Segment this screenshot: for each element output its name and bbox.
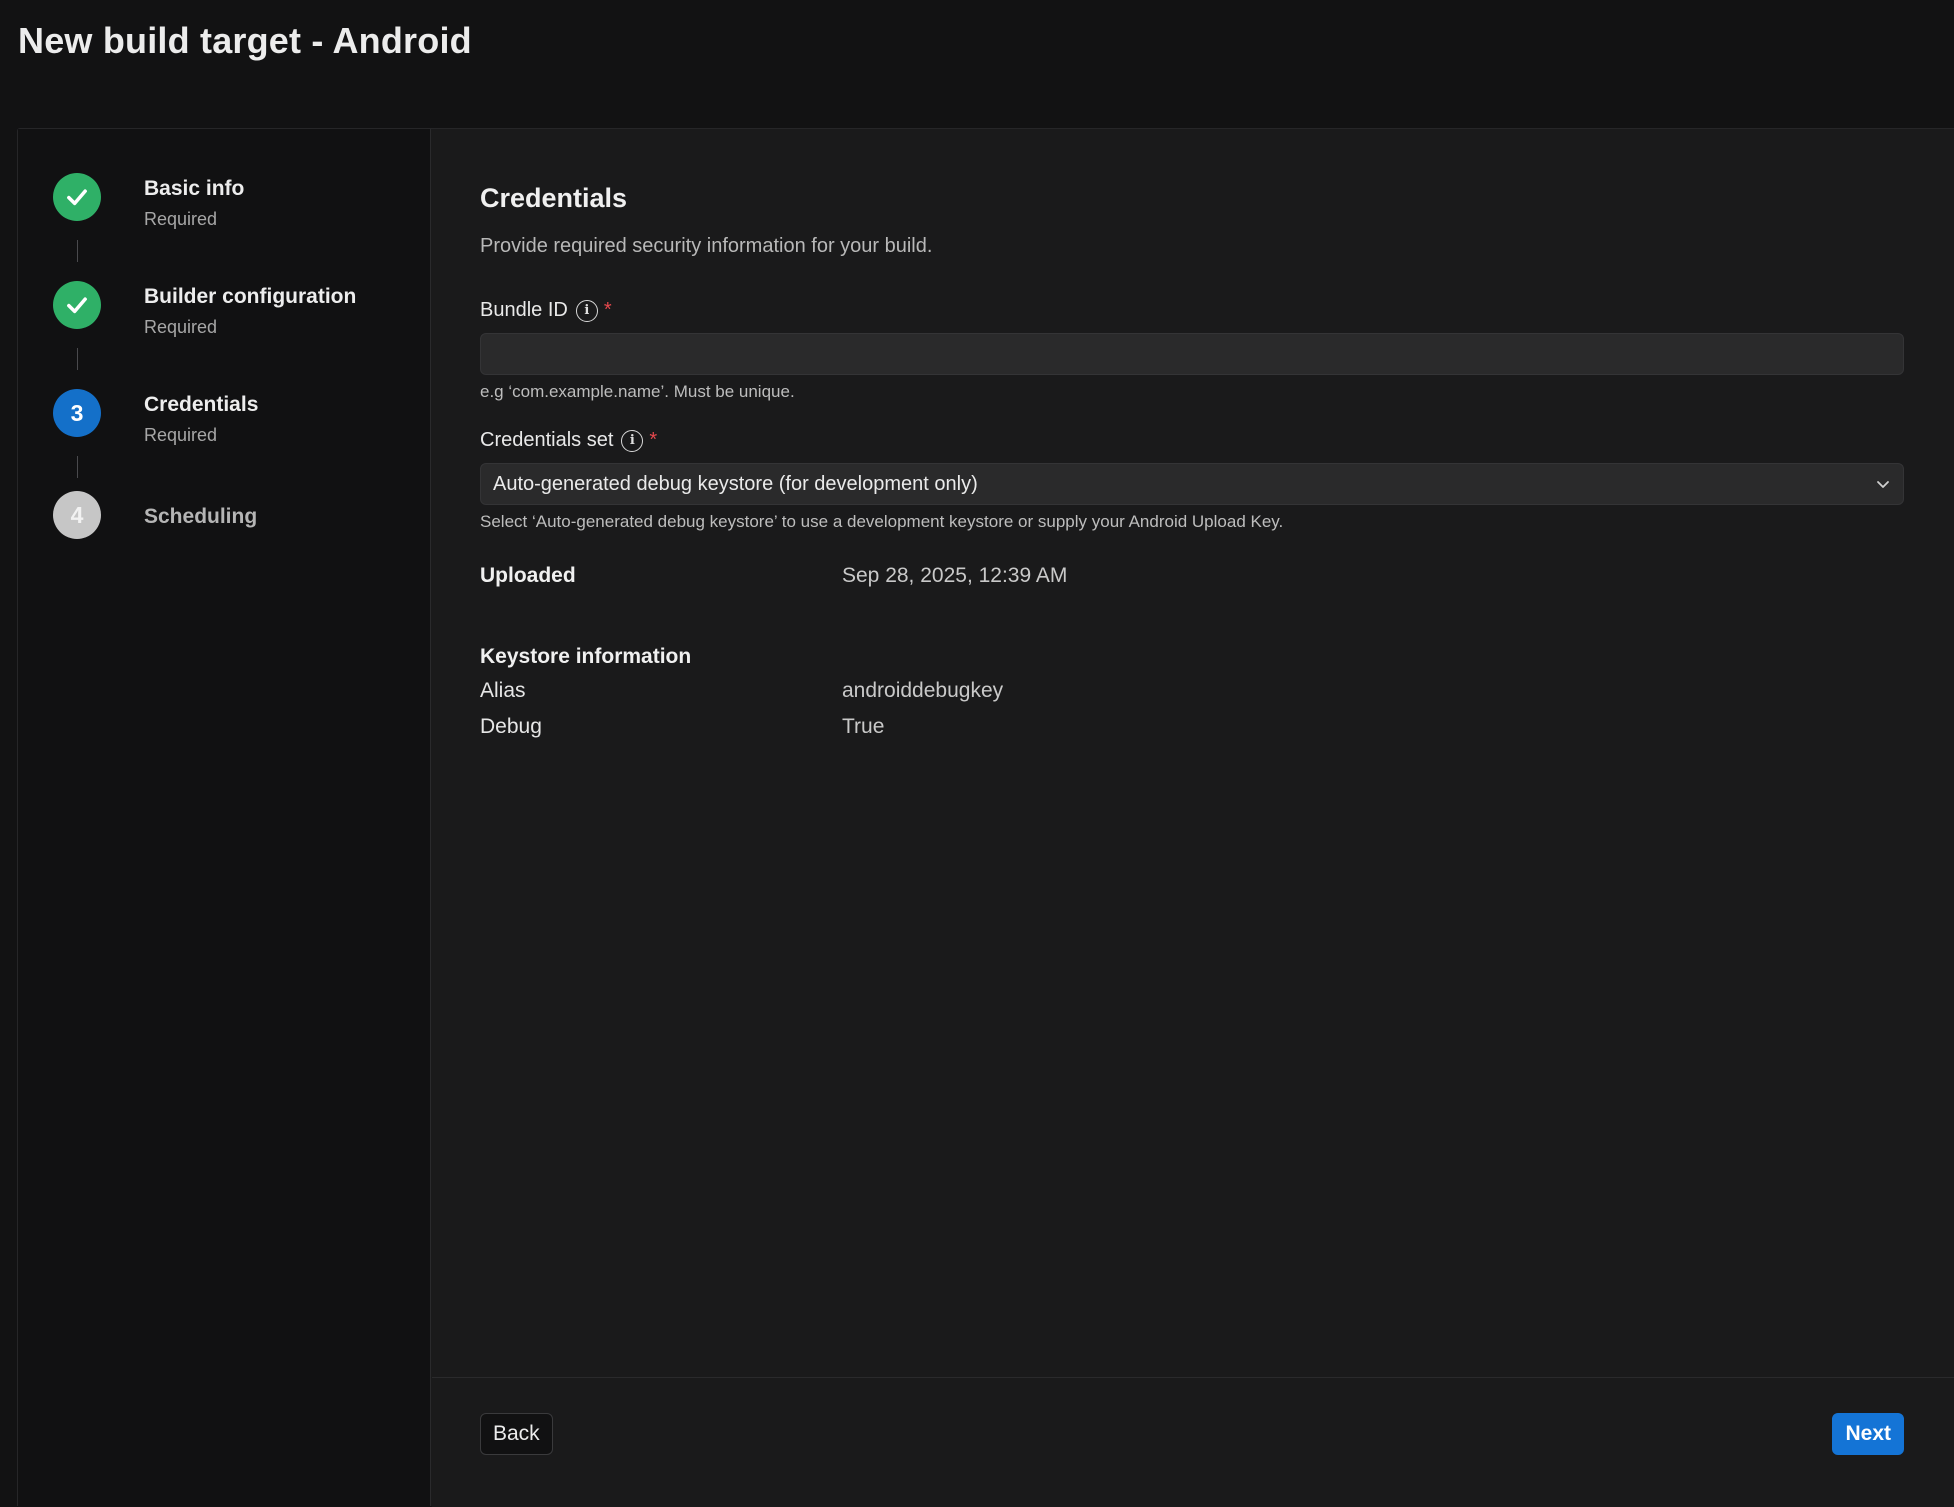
check-icon bbox=[53, 281, 101, 329]
step-label: Scheduling bbox=[144, 505, 258, 528]
credentials-set-selected-value: Auto-generated debug keystore (for devel… bbox=[493, 472, 978, 495]
section-description: Provide required security information fo… bbox=[480, 235, 933, 257]
step-scheduling[interactable]: 4 Scheduling bbox=[53, 491, 423, 551]
bundle-id-label-text: Bundle ID bbox=[480, 299, 568, 321]
required-asterisk: * bbox=[603, 299, 612, 321]
chevron-down-icon bbox=[1877, 481, 1889, 488]
step-label: Builder configuration bbox=[144, 285, 357, 308]
step-sublabel: Required bbox=[144, 209, 218, 229]
step-credentials[interactable]: 3 Credentials Required bbox=[53, 389, 423, 449]
bundle-id-label: Bundle ID i * bbox=[480, 299, 612, 322]
stepper-sidebar: Basic info Required Builder configuratio… bbox=[18, 129, 431, 1506]
step-number-badge: 4 bbox=[53, 491, 101, 539]
credentials-set-label-text: Credentials set bbox=[480, 429, 614, 451]
credentials-set-select[interactable]: Auto-generated debug keystore (for devel… bbox=[480, 463, 1904, 505]
info-icon[interactable]: i bbox=[621, 429, 644, 452]
bundle-id-input[interactable] bbox=[480, 333, 1904, 375]
debug-value: True bbox=[842, 715, 885, 738]
debug-label: Debug bbox=[480, 715, 542, 738]
step-sublabel: Required bbox=[144, 317, 218, 337]
step-connector bbox=[77, 240, 78, 262]
alias-value: androiddebugkey bbox=[842, 679, 1004, 702]
step-connector bbox=[77, 348, 78, 370]
step-label: Credentials bbox=[144, 393, 259, 416]
info-icon[interactable]: i bbox=[575, 299, 598, 322]
required-asterisk: * bbox=[649, 429, 658, 451]
step-sublabel: Required bbox=[144, 425, 218, 445]
uploaded-value: Sep 28, 2025, 12:39 AM bbox=[842, 564, 1068, 587]
wizard-container: Basic info Required Builder configuratio… bbox=[17, 128, 1954, 1507]
wizard-footer: Back Next bbox=[432, 1377, 1954, 1507]
section-title: Credentials bbox=[480, 183, 628, 213]
step-label: Basic info bbox=[144, 177, 245, 200]
bundle-id-hint: e.g ‘com.example.name’. Must be unique. bbox=[480, 382, 795, 401]
credentials-set-label: Credentials set i * bbox=[480, 429, 657, 452]
credentials-set-hint: Select ‘Auto-generated debug keystore’ t… bbox=[480, 512, 1284, 531]
step-connector bbox=[77, 456, 78, 478]
step-number-badge: 3 bbox=[53, 389, 101, 437]
step-basic-info[interactable]: Basic info Required bbox=[53, 173, 423, 233]
page-title: New build target - Android bbox=[18, 20, 472, 61]
keystore-heading: Keystore information bbox=[480, 645, 692, 668]
back-button[interactable]: Back bbox=[480, 1413, 553, 1455]
uploaded-label: Uploaded bbox=[480, 564, 576, 587]
main-panel: Credentials Provide required security in… bbox=[432, 129, 1954, 1507]
next-button[interactable]: Next bbox=[1832, 1413, 1904, 1455]
step-builder-configuration[interactable]: Builder configuration Required bbox=[53, 281, 423, 341]
alias-label: Alias bbox=[480, 679, 526, 702]
check-icon bbox=[53, 173, 101, 221]
